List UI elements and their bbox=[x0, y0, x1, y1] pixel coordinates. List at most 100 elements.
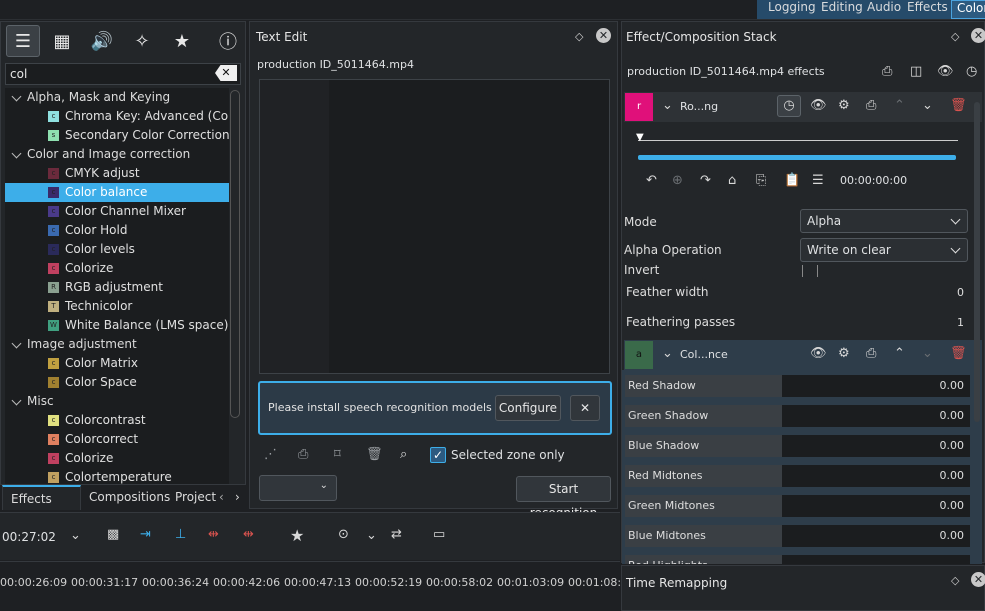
transcript-area[interactable] bbox=[259, 79, 610, 374]
effect-item[interactable]: c Colorize bbox=[5, 259, 229, 278]
keyframe-toggle-icon[interactable]: ◷ bbox=[777, 95, 801, 117]
category-item[interactable]: Alpha, Mask and Keying bbox=[5, 88, 229, 107]
next-keyframe-icon[interactable]: ↷ bbox=[700, 173, 711, 188]
parameter-slider[interactable]: Blue Midtones 0.00 bbox=[625, 525, 970, 547]
effect-item[interactable]: s Secondary Color Correction Area bbox=[5, 126, 229, 145]
delete-icon[interactable]: 🗑 bbox=[366, 447, 383, 462]
slider-value[interactable]: 0.00 bbox=[940, 379, 965, 392]
configure-button[interactable]: Configure bbox=[495, 395, 561, 421]
effect-item[interactable]: c Color levels bbox=[5, 240, 229, 259]
extract-icon[interactable]: ⇹ bbox=[243, 527, 254, 542]
float-panel-icon[interactable]: ◇ bbox=[951, 574, 959, 587]
workspace-logging[interactable]: Logging bbox=[763, 0, 821, 19]
effect-item[interactable]: T Technicolor bbox=[5, 297, 229, 316]
insert-icon[interactable]: ⇥ bbox=[140, 527, 151, 542]
favorites-icon[interactable]: ★ bbox=[165, 25, 199, 57]
effect-header-color-balance[interactable]: a ⌄ Col...nce 👁 ⚙ ⎙ ⌃ ⌄ 🗑 bbox=[624, 340, 982, 370]
previous-keyframe-icon[interactable]: ↶ bbox=[646, 173, 657, 188]
split-compare-icon[interactable]: ◫ bbox=[910, 64, 922, 79]
lift-icon[interactable]: ⇹ bbox=[208, 527, 219, 542]
clipboard-icon[interactable]: 📋 bbox=[784, 173, 800, 188]
close-icon[interactable]: ✕ bbox=[971, 572, 985, 587]
tab-scroll-right-icon[interactable]: › bbox=[235, 490, 240, 504]
alpha-operation-select[interactable]: Write on clear bbox=[800, 238, 968, 262]
category-item[interactable]: Color and Image correction bbox=[5, 145, 229, 164]
effect-item[interactable]: c CMYK adjust bbox=[5, 164, 229, 183]
share-icon[interactable]: ⋰ bbox=[264, 447, 277, 462]
search-input[interactable]: col bbox=[5, 63, 241, 85]
timeline-ruler[interactable]: 00:00:26:09 00:00:31:17 00:00:36:24 00:00:4… bbox=[0, 561, 621, 611]
effect-item[interactable]: c Color balance bbox=[5, 183, 229, 202]
float-panel-icon[interactable]: ◇ bbox=[951, 30, 959, 43]
eye-icon[interactable]: 👁 bbox=[810, 346, 827, 361]
parameter-slider[interactable]: Blue Shadow 0.00 bbox=[625, 435, 970, 457]
record-icon[interactable]: ⊙ bbox=[338, 527, 349, 542]
collapse-icon[interactable]: ⌄ bbox=[662, 98, 673, 113]
bookmark-icon[interactable]: ⌑ bbox=[334, 447, 341, 462]
mode-select[interactable]: Alpha bbox=[800, 209, 968, 233]
feathering-passes-value[interactable]: 1 bbox=[957, 316, 964, 329]
timeline-timecode[interactable]: 00:27:02 bbox=[2, 530, 56, 544]
workspace-editing[interactable]: Editing bbox=[816, 0, 868, 19]
delete-icon[interactable]: 🗑 bbox=[950, 346, 967, 361]
menu-icon[interactable]: ☰ bbox=[812, 173, 824, 188]
workspace-effects[interactable]: Effects bbox=[902, 0, 953, 19]
subtitle-icon[interactable]: ▭ bbox=[433, 527, 445, 542]
mixer-icon[interactable]: ⇄ bbox=[391, 527, 402, 542]
audio-effects-icon[interactable]: 🔊 bbox=[85, 25, 119, 57]
stack-scrollbar[interactable] bbox=[974, 102, 980, 422]
copy-keyframe-icon[interactable]: ⎘ bbox=[756, 173, 766, 188]
workspace-audio[interactable]: Audio bbox=[862, 0, 906, 19]
record-dropdown-icon[interactable]: ⌄ bbox=[366, 528, 377, 543]
category-item[interactable]: Image adjustment bbox=[5, 335, 229, 354]
workspace-color[interactable]: Color bbox=[951, 0, 985, 19]
parameter-slider[interactable]: Red Highlights bbox=[625, 555, 970, 564]
tab-effects[interactable]: Effects bbox=[2, 485, 81, 510]
move-down-icon[interactable]: ⌄ bbox=[922, 346, 933, 361]
close-icon[interactable]: ✕ bbox=[596, 28, 611, 43]
close-icon[interactable]: ✕ bbox=[971, 28, 985, 43]
parameter-slider[interactable]: Red Midtones 0.00 bbox=[625, 465, 970, 487]
video-effects-icon[interactable]: ▦ bbox=[45, 25, 79, 57]
search-icon[interactable]: ⌕ bbox=[400, 447, 407, 462]
float-panel-icon[interactable]: ◇ bbox=[575, 30, 583, 43]
start-recognition-button[interactable]: Start recognition bbox=[516, 476, 611, 520]
effect-item[interactable]: R RGB adjustment bbox=[5, 278, 229, 297]
move-down-icon[interactable]: ⌄ bbox=[922, 98, 933, 113]
delete-icon[interactable]: 🗑 bbox=[950, 98, 967, 113]
save-icon[interactable]: ⎙ bbox=[866, 98, 876, 113]
slider-value[interactable]: 0.00 bbox=[940, 439, 965, 452]
slider-value[interactable]: 0.00 bbox=[940, 499, 965, 512]
settings-icon[interactable]: ⚙ bbox=[838, 98, 850, 113]
split-view-icon[interactable]: ▩ bbox=[107, 527, 119, 542]
save-icon[interactable]: ⎙ bbox=[298, 447, 308, 462]
keyframe-ruler[interactable] bbox=[638, 140, 958, 141]
tab-scroll-left-icon[interactable]: ‹ bbox=[219, 490, 224, 504]
feather-width-value[interactable]: 0 bbox=[957, 286, 964, 299]
effect-item[interactable]: c Colorcorrect bbox=[5, 430, 229, 449]
move-up-icon[interactable]: ⌃ bbox=[894, 346, 905, 361]
parameter-slider[interactable]: Green Shadow 0.00 bbox=[625, 405, 970, 427]
keyframe-timecode[interactable]: 00:00:00:00 bbox=[840, 174, 907, 187]
close-message-icon[interactable]: ✕ bbox=[570, 395, 600, 421]
add-keyframe-icon[interactable]: ⊕ bbox=[672, 173, 683, 188]
parameter-slider[interactable]: Green Midtones 0.00 bbox=[625, 495, 970, 517]
collapse-icon[interactable]: ⌄ bbox=[662, 346, 673, 361]
effect-header-rotoscoping[interactable]: r ⌄ Ro...ng ◷ 👁 ⚙ ⎙ ⌃ ⌄ 🗑 bbox=[624, 92, 982, 122]
effect-item[interactable]: c Chroma Key: Advanced (Color Se bbox=[5, 107, 229, 126]
tree-scrollbar[interactable] bbox=[230, 90, 240, 418]
center-keyframe-icon[interactable]: ⌂ bbox=[728, 173, 736, 188]
timecode-dropdown-icon[interactable]: ⌄ bbox=[70, 528, 81, 543]
keyframe-icon[interactable]: ◷ bbox=[966, 64, 977, 79]
save-icon[interactable]: ⎙ bbox=[866, 346, 876, 361]
language-select[interactable]: ⌄ bbox=[259, 475, 337, 501]
list-view-icon[interactable]: ☰ bbox=[6, 25, 40, 57]
tab-compositions[interactable]: Compositions bbox=[81, 485, 178, 510]
invert-checkbox[interactable] bbox=[802, 265, 818, 277]
info-icon[interactable]: ⓘ bbox=[211, 25, 245, 57]
move-up-icon[interactable]: ⌃ bbox=[894, 98, 905, 113]
effect-item[interactable]: c Colorcontrast bbox=[5, 411, 229, 430]
slider-value[interactable]: 0.00 bbox=[940, 529, 965, 542]
tab-project-bin[interactable]: Project B bbox=[167, 485, 219, 510]
effect-item[interactable]: W White Balance (LMS space) bbox=[5, 316, 229, 335]
